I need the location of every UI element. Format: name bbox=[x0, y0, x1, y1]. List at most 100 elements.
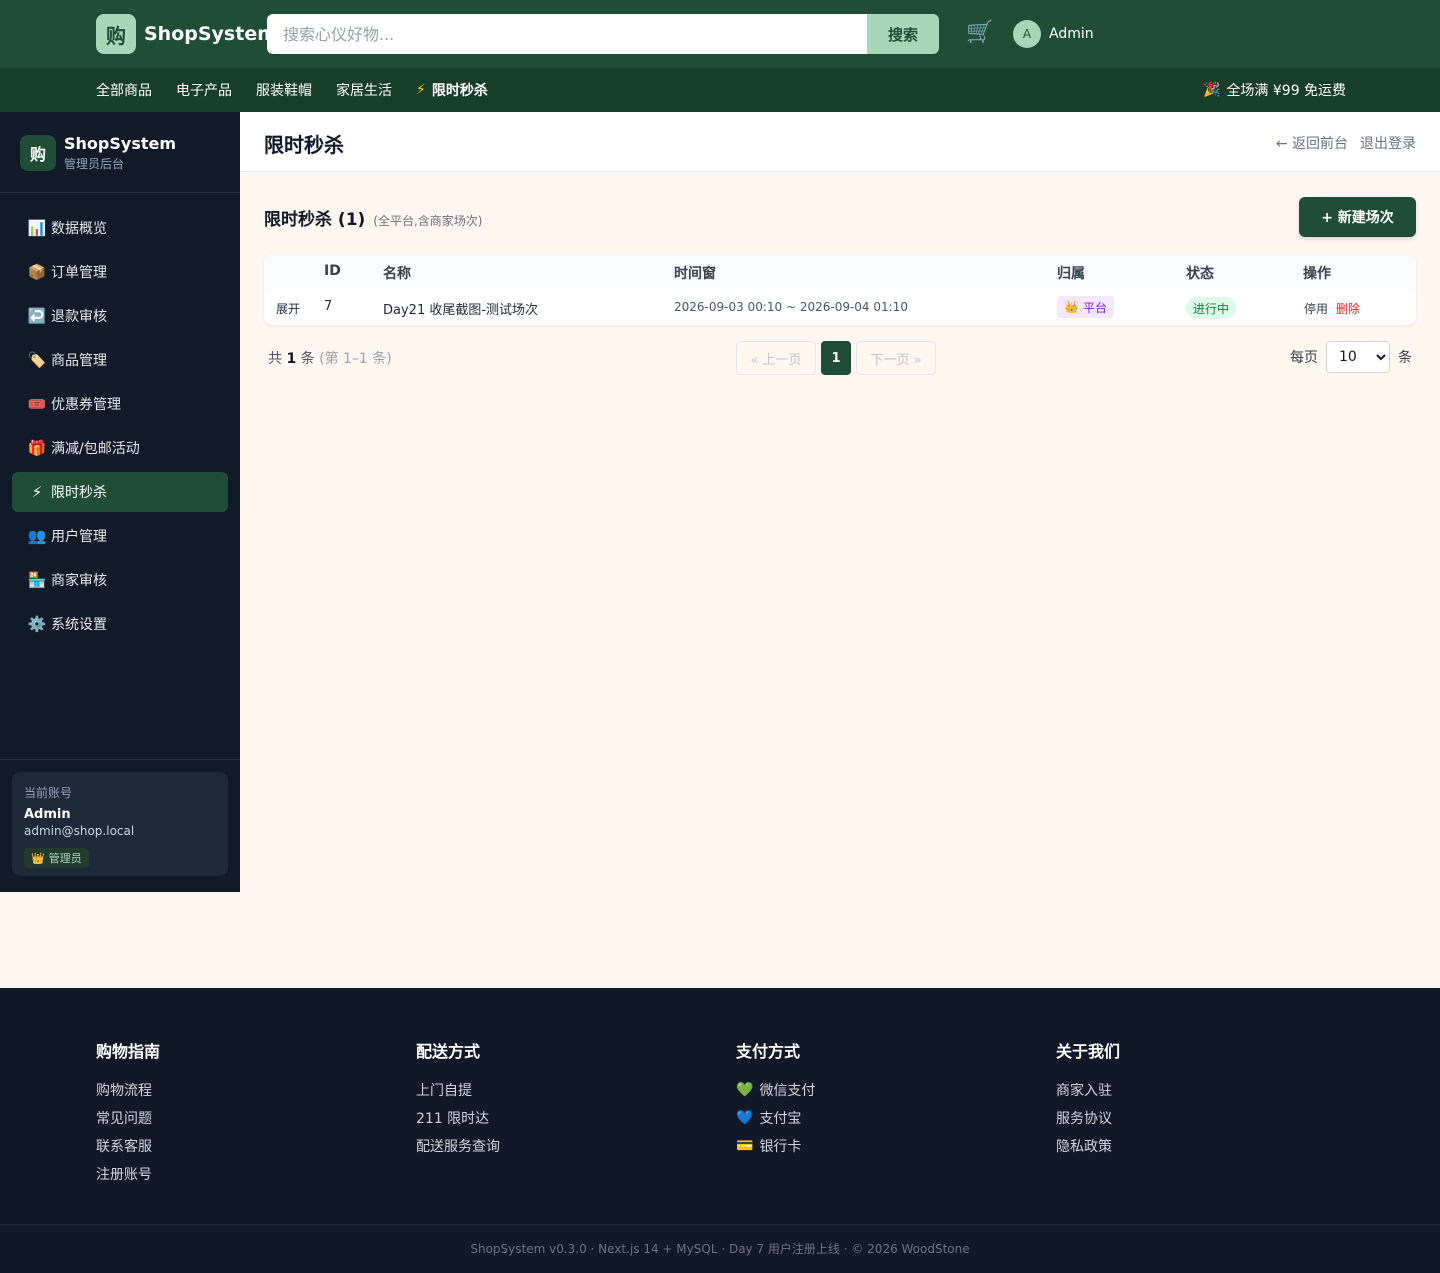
page-number-button[interactable]: 1 bbox=[821, 341, 851, 375]
footer-link[interactable]: 购物流程 bbox=[96, 1076, 160, 1104]
total-prefix: 共 bbox=[268, 351, 282, 367]
footer-link-alipay[interactable]: 💙 支付宝 bbox=[736, 1104, 815, 1132]
category-flash-sale[interactable]: ⚡ 限时秒杀 bbox=[416, 80, 488, 100]
divider bbox=[0, 1224, 1440, 1225]
pagination-summary: 共 1 条 (第 1–1 条) bbox=[268, 348, 392, 368]
sidebar-item-flash-sale[interactable]: ⚡ 限时秒杀 bbox=[12, 472, 228, 512]
footer-column-title: 购物指南 bbox=[96, 1042, 161, 1061]
category-all[interactable]: 全部商品 bbox=[96, 80, 152, 100]
brand-link[interactable]: 购 ShopSystem bbox=[96, 14, 277, 54]
user-name: Admin bbox=[1049, 26, 1094, 42]
next-page-button[interactable]: 下一页 » bbox=[856, 341, 936, 375]
column-header-owner: 归属 bbox=[1057, 266, 1085, 282]
sidebar-item-settings[interactable]: ⚙️ 系统设置 bbox=[12, 604, 228, 644]
pagination: « 上一页 1 下一页 » bbox=[736, 341, 941, 375]
per-page-suffix: 条 bbox=[1398, 350, 1412, 366]
top-header: 购 ShopSystem 搜索 🛒 A Admin bbox=[0, 0, 1440, 68]
package-icon: 📦 bbox=[27, 263, 47, 281]
footer-link-label: 微信支付 bbox=[759, 1083, 816, 1099]
green-heart-icon: 💚 bbox=[736, 1082, 754, 1098]
gift-icon: 🎁 bbox=[27, 439, 47, 457]
category-nav: 全部商品 电子产品 服装鞋帽 家居生活 ⚡ 限时秒杀 🎉 全场满 ¥99 免运费 bbox=[0, 68, 1440, 112]
sidebar-item-merchants[interactable]: 🏪 商家审核 bbox=[12, 560, 228, 600]
user-menu[interactable]: A Admin bbox=[1013, 20, 1094, 48]
brand-name: ShopSystem bbox=[144, 23, 278, 45]
row-time-window: 2026-09-03 00:10 ~ 2026-09-04 01:10 bbox=[674, 300, 908, 314]
footer-link[interactable]: 联系客服 bbox=[96, 1132, 160, 1160]
role-badge-label: 管理员 bbox=[48, 852, 82, 865]
gear-icon: ⚙️ bbox=[27, 615, 47, 633]
avatar: A bbox=[1013, 20, 1041, 48]
footer-column-delivery: 配送方式 上门自提 211 限时达 配送服务查询 bbox=[416, 1038, 500, 1160]
column-header-id: ID bbox=[324, 263, 341, 279]
footer-column-title: 支付方式 bbox=[736, 1042, 801, 1061]
sidebar-logo: 购 bbox=[20, 135, 56, 171]
prev-page-button[interactable]: « 上一页 bbox=[736, 341, 816, 375]
promo-text: 全场满 ¥99 免运费 bbox=[1226, 83, 1347, 99]
table-row: 展开 7 Day21 收尾截图-测试场次 2026-09-03 00:10 ~ … bbox=[264, 289, 1416, 325]
sidebar-item-users[interactable]: 👥 用户管理 bbox=[12, 516, 228, 556]
search-bar: 搜索 bbox=[267, 14, 939, 54]
new-session-button[interactable]: + 新建场次 bbox=[1299, 197, 1416, 237]
sidebar-brand-subtitle: 管理员后台 bbox=[64, 157, 125, 171]
column-header-status: 状态 bbox=[1186, 266, 1214, 282]
logout-link[interactable]: 退出登录 bbox=[1360, 133, 1416, 153]
sidebar-item-label: 商家审核 bbox=[51, 573, 107, 589]
footer-column-title: 关于我们 bbox=[1056, 1042, 1121, 1061]
footer-link[interactable]: 上门自提 bbox=[416, 1076, 500, 1104]
per-page-label: 每页 bbox=[1290, 350, 1318, 366]
copyright-text: ShopSystem v0.3.0 · Next.js 14 + MySQL ·… bbox=[470, 1242, 970, 1256]
sidebar-item-label: 用户管理 bbox=[51, 529, 107, 545]
current-account-card: 当前账号 Admin admin@shop.local 👑 管理员 bbox=[12, 772, 228, 876]
credit-card-icon: 💳 bbox=[736, 1138, 754, 1154]
footer-link-bank-card[interactable]: 💳 银行卡 bbox=[736, 1132, 815, 1160]
crown-icon: 👑 bbox=[1064, 300, 1079, 314]
footer-link-label: 银行卡 bbox=[759, 1139, 802, 1155]
sidebar-item-refunds[interactable]: ↩️ 退款审核 bbox=[12, 296, 228, 336]
blue-heart-icon: 💙 bbox=[736, 1110, 754, 1126]
account-label: 当前账号 bbox=[24, 786, 73, 800]
main-header: 限时秒杀 ← 返回前台 退出登录 bbox=[240, 112, 1440, 172]
footer-link[interactable]: 服务协议 bbox=[1056, 1104, 1120, 1132]
sidebar-item-label: 满减/包邮活动 bbox=[51, 441, 140, 457]
category-electronics[interactable]: 电子产品 bbox=[176, 80, 232, 100]
footer-link[interactable]: 配送服务查询 bbox=[416, 1132, 500, 1160]
footer-link-wechat[interactable]: 💚 微信支付 bbox=[736, 1076, 815, 1104]
column-header-name: 名称 bbox=[383, 266, 411, 282]
section-title-main: 限时秒杀 (1) bbox=[264, 210, 366, 230]
sidebar-item-orders[interactable]: 📦 订单管理 bbox=[12, 252, 228, 292]
per-page-control: 每页 10 条 bbox=[1290, 341, 1412, 373]
users-icon: 👥 bbox=[27, 527, 47, 545]
chart-icon: 📊 bbox=[27, 219, 47, 237]
category-clothing[interactable]: 服装鞋帽 bbox=[256, 80, 312, 100]
page-title: 限时秒杀 bbox=[264, 133, 344, 157]
search-button[interactable]: 搜索 bbox=[867, 14, 939, 54]
section-title: 限时秒杀 (1) (全平台,含商家场次) bbox=[264, 205, 482, 230]
footer-link[interactable]: 常见问题 bbox=[96, 1104, 160, 1132]
delete-button[interactable]: 删除 bbox=[1336, 300, 1360, 317]
footer-link[interactable]: 商家入驻 bbox=[1056, 1076, 1120, 1104]
footer-link[interactable]: 注册账号 bbox=[96, 1160, 160, 1188]
sidebar-menu: 📊 数据概览 📦 订单管理 ↩️ 退款审核 🏷️ 商品管理 🎟️ 优惠券管理 🎁… bbox=[12, 208, 228, 648]
back-to-storefront-link[interactable]: ← 返回前台 bbox=[1276, 133, 1348, 153]
ticket-icon: 🎟️ bbox=[27, 395, 47, 413]
role-badge: 👑 管理员 bbox=[24, 848, 89, 868]
per-page-select[interactable]: 10 bbox=[1326, 341, 1390, 373]
sidebar-item-dashboard[interactable]: 📊 数据概览 bbox=[12, 208, 228, 248]
footer-link[interactable]: 隐私政策 bbox=[1056, 1132, 1120, 1160]
account-name: Admin bbox=[24, 807, 71, 822]
disable-button[interactable]: 停用 bbox=[1304, 300, 1328, 317]
return-icon: ↩️ bbox=[27, 307, 47, 325]
sidebar-item-products[interactable]: 🏷️ 商品管理 bbox=[12, 340, 228, 380]
sidebar-item-coupons[interactable]: 🎟️ 优惠券管理 bbox=[12, 384, 228, 424]
footer-link-label: 支付宝 bbox=[759, 1111, 802, 1127]
sidebar-item-label: 优惠券管理 bbox=[51, 397, 121, 413]
category-home[interactable]: 家居生活 bbox=[336, 80, 392, 100]
sidebar-item-promotions[interactable]: 🎁 满减/包邮活动 bbox=[12, 428, 228, 468]
sidebar-item-label: 订单管理 bbox=[51, 265, 107, 281]
expand-toggle[interactable]: 展开 bbox=[276, 300, 300, 317]
search-input[interactable] bbox=[267, 14, 867, 54]
footer-column-payment: 支付方式 💚 微信支付 💙 支付宝 💳 银行卡 bbox=[736, 1038, 815, 1160]
cart-icon[interactable]: 🛒 bbox=[966, 20, 993, 45]
footer-link[interactable]: 211 限时达 bbox=[416, 1104, 500, 1132]
